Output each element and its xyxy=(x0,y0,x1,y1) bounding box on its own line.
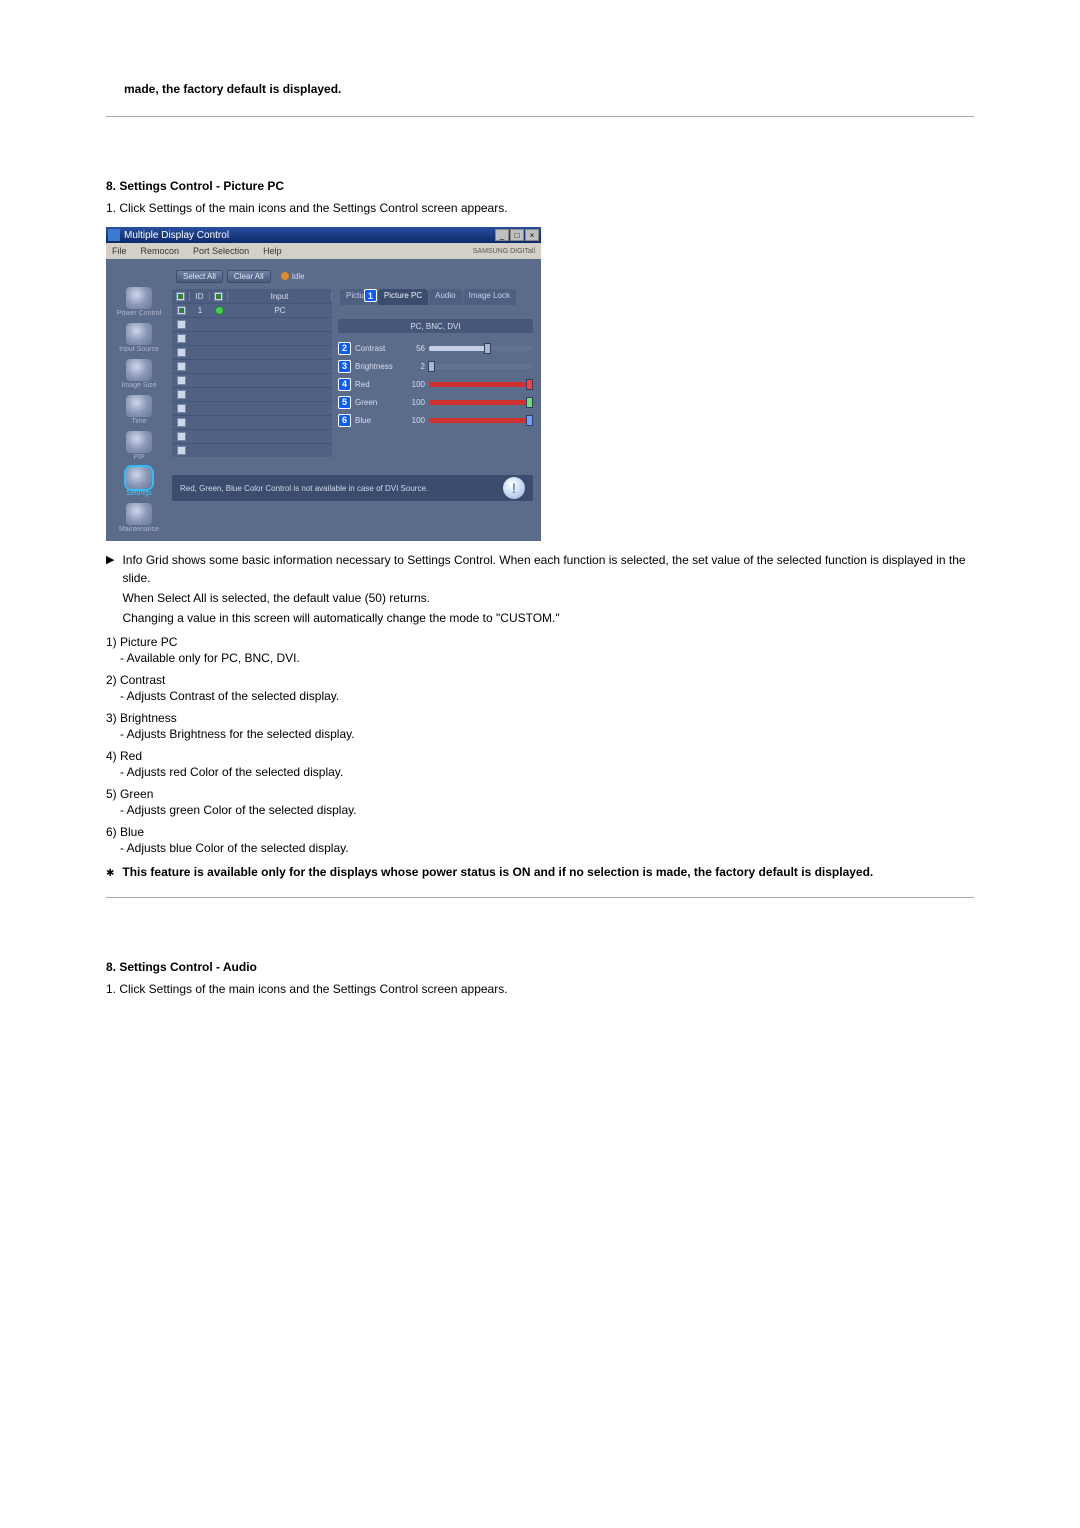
clear-all-button[interactable]: Clear All xyxy=(227,270,271,283)
tab-image-lock[interactable]: Image Lock xyxy=(463,289,516,305)
app-window: Multiple Display Control _ □ × File Remo… xyxy=(106,227,541,541)
contrast-slider[interactable] xyxy=(429,346,533,351)
info-icon: ! xyxy=(503,477,525,499)
info-paragraph: Info Grid shows some basic information n… xyxy=(122,551,974,629)
menu-help[interactable]: Help xyxy=(263,246,282,256)
menubar: File Remocon Port Selection Help SAMSUNG… xyxy=(106,243,541,259)
sidebar-item-settings[interactable]: Settings xyxy=(115,467,163,497)
sidebar: Power Control Input Source Image Size Ti… xyxy=(110,267,168,533)
image-size-icon xyxy=(126,359,152,381)
slider-red: 4 Red 100 xyxy=(338,375,533,393)
item-2: 2) Contrast - Adjusts Contrast of the se… xyxy=(106,673,974,705)
callout-6: 6 xyxy=(338,414,351,427)
app-title: Multiple Display Control xyxy=(124,230,495,241)
sidebar-item-time[interactable]: Time xyxy=(115,395,163,425)
input-icon xyxy=(126,323,152,345)
menu-remocon[interactable]: Remocon xyxy=(141,246,180,256)
item-5: 5) Green - Adjusts green Color of the se… xyxy=(106,787,974,819)
sidebar-item-maintenance[interactable]: Maintenance xyxy=(115,503,163,533)
idle-dot-icon xyxy=(281,272,289,280)
slider-blue: 6 Blue 100 xyxy=(338,411,533,429)
close-button[interactable]: × xyxy=(525,229,539,241)
section1-heading: 8. Settings Control - Picture PC xyxy=(106,177,974,195)
top-note: made, the factory default is displayed. xyxy=(106,80,974,98)
sub-header: PC, BNC, DVI xyxy=(338,319,533,333)
menu-file[interactable]: File xyxy=(112,246,127,256)
blue-slider[interactable] xyxy=(429,418,533,423)
callout-2: 2 xyxy=(338,342,351,355)
arrow-right-icon: ▶ xyxy=(106,553,114,566)
slider-brightness: 3 Brightness 2 xyxy=(338,357,533,375)
slider-green: 5 Green 100 xyxy=(338,393,533,411)
bottom-note: This feature is available only for the d… xyxy=(122,865,873,879)
row-checkbox[interactable] xyxy=(177,306,186,315)
sidebar-item-input[interactable]: Input Source xyxy=(115,323,163,353)
brightness-slider[interactable] xyxy=(429,364,533,369)
app-icon xyxy=(108,229,120,241)
sidebar-item-image-size[interactable]: Image Size xyxy=(115,359,163,389)
power-icon xyxy=(126,287,152,309)
brand-label: SAMSUNG DIGITall xyxy=(473,248,535,255)
sidebar-item-pip[interactable]: PIP xyxy=(115,431,163,461)
row-id: 1 xyxy=(190,306,210,315)
callout-5: 5 xyxy=(338,396,351,409)
tab-picture-pc[interactable]: 1 Picture PC xyxy=(378,289,428,305)
item-6: 6) Blue - Adjusts blue Color of the sele… xyxy=(106,825,974,857)
select-all-button[interactable]: Select All xyxy=(176,270,223,283)
settings-icon xyxy=(126,467,152,489)
footer-note-bar: Red, Green, Blue Color Control is not av… xyxy=(172,475,533,501)
minimize-button[interactable]: _ xyxy=(495,229,509,241)
row-input: PC xyxy=(228,306,332,315)
item-1: 1) Picture PC - Available only for PC, B… xyxy=(106,635,974,667)
maximize-button[interactable]: □ xyxy=(510,229,524,241)
section2-step: 1. Click Settings of the main icons and … xyxy=(106,980,974,998)
maintenance-icon xyxy=(126,503,152,525)
callout-1: 1 xyxy=(364,289,377,302)
tab-audio[interactable]: Audio xyxy=(429,289,461,305)
table-row[interactable]: 1 PC xyxy=(172,303,332,317)
section2-heading: 8. Settings Control - Audio xyxy=(106,958,974,976)
section1-step: 1. Click Settings of the main icons and … xyxy=(106,199,974,217)
callout-3: 3 xyxy=(338,360,351,373)
item-3: 3) Brightness - Adjusts Brightness for t… xyxy=(106,711,974,743)
idle-indicator: Idle xyxy=(281,272,305,281)
sidebar-item-power[interactable]: Power Control xyxy=(115,287,163,317)
green-slider[interactable] xyxy=(429,400,533,405)
header-status xyxy=(214,292,223,301)
col-id: ID xyxy=(190,292,210,301)
power-status-icon xyxy=(215,306,224,315)
pip-icon xyxy=(126,431,152,453)
bullet-icon: ✱ xyxy=(106,868,114,879)
header-checkbox[interactable] xyxy=(176,292,185,301)
info-grid: ID Input 1 PC xyxy=(172,289,332,457)
callout-4: 4 xyxy=(338,378,351,391)
time-icon xyxy=(126,395,152,417)
menu-port-selection[interactable]: Port Selection xyxy=(193,246,249,256)
titlebar: Multiple Display Control _ □ × xyxy=(106,227,541,243)
red-slider[interactable] xyxy=(429,382,533,387)
col-input: Input xyxy=(228,292,332,301)
item-4: 4) Red - Adjusts red Color of the select… xyxy=(106,749,974,781)
slider-contrast: 2 Contrast 56 xyxy=(338,339,533,357)
